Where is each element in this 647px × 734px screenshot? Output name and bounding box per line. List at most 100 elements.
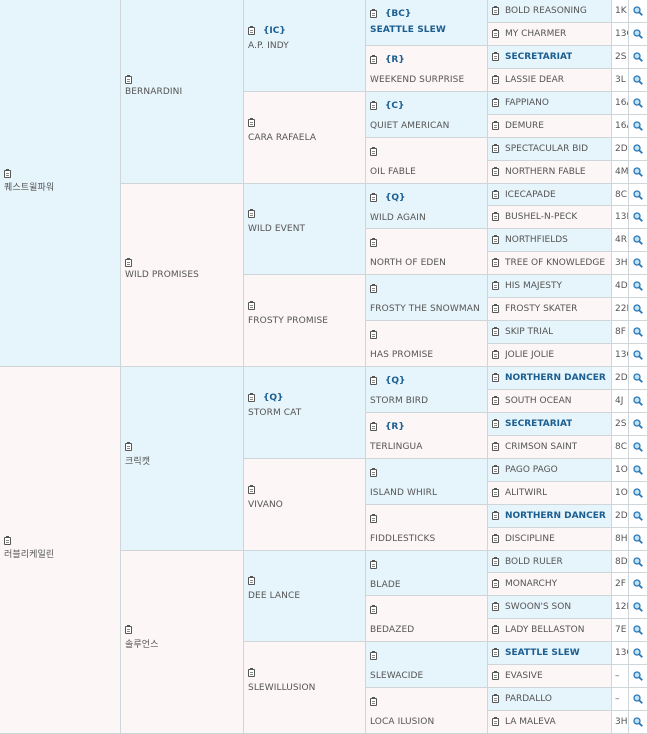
clipboard-icon[interactable]	[492, 511, 499, 520]
clipboard-icon[interactable]	[370, 651, 377, 661]
horse-name[interactable]: A.P. INDY	[248, 41, 289, 51]
clipboard-icon[interactable]	[370, 192, 377, 202]
clipboard-icon[interactable]	[492, 167, 499, 176]
clipboard-icon[interactable]	[370, 697, 377, 707]
magnifier-icon[interactable]	[629, 184, 647, 206]
clipboard-icon[interactable]	[248, 576, 255, 586]
clipboard-icon[interactable]	[492, 717, 499, 726]
horse-name[interactable]: ALITWIRL	[505, 488, 547, 498]
horse-name[interactable]: ICECAPADE	[505, 190, 556, 200]
horse-name[interactable]: STORM BIRD	[370, 396, 428, 406]
horse-name[interactable]: NORTH OF EDEN	[370, 258, 446, 268]
clipboard-icon[interactable]	[492, 602, 499, 611]
clipboard-icon[interactable]	[248, 117, 255, 127]
horse-name[interactable]: WILD AGAIN	[370, 213, 426, 223]
horse-name[interactable]: SEATTLE SLEW	[505, 648, 580, 658]
horse-name[interactable]: SEATTLE SLEW	[370, 25, 446, 35]
horse-name[interactable]: HAS PROMISE	[370, 350, 433, 360]
horse-name[interactable]: STORM CAT	[248, 408, 301, 418]
magnifier-icon[interactable]	[629, 23, 647, 46]
clipboard-icon[interactable]	[125, 625, 132, 635]
horse-name[interactable]: MONARCHY	[505, 579, 557, 589]
horse-name[interactable]: 솔루언스	[125, 637, 159, 650]
magnifier-icon[interactable]	[629, 275, 647, 298]
horse-name[interactable]: SLEWILLUSION	[248, 683, 316, 693]
horse-name[interactable]: SECRETARIAT	[505, 52, 572, 62]
horse-name[interactable]: OIL FABLE	[370, 167, 416, 177]
magnifier-icon[interactable]	[629, 229, 647, 252]
clipboard-icon[interactable]	[492, 212, 499, 221]
magnifier-icon[interactable]	[629, 115, 647, 138]
clipboard-icon[interactable]	[370, 559, 377, 569]
clipboard-icon[interactable]	[370, 605, 377, 615]
horse-name[interactable]: NORTHERN DANCER	[505, 511, 606, 521]
magnifier-icon[interactable]	[629, 69, 647, 92]
clipboard-icon[interactable]	[492, 579, 499, 588]
clipboard-icon[interactable]	[370, 100, 377, 110]
clipboard-icon[interactable]	[492, 625, 499, 634]
horse-name[interactable]: SPECTACULAR BID	[505, 144, 588, 154]
clipboard-icon[interactable]	[125, 441, 132, 451]
horse-name[interactable]: NORTHERN DANCER	[505, 373, 606, 383]
clipboard-icon[interactable]	[370, 146, 377, 156]
horse-name[interactable]: FROSTY SKATER	[505, 304, 577, 314]
magnifier-icon[interactable]	[629, 321, 647, 344]
magnifier-icon[interactable]	[629, 688, 647, 711]
clipboard-icon[interactable]	[492, 75, 499, 84]
horse-name[interactable]: BEDAZED	[370, 625, 414, 635]
horse-name[interactable]: TERLINGUA	[370, 442, 422, 452]
magnifier-icon[interactable]	[629, 619, 647, 642]
magnifier-icon[interactable]	[629, 573, 647, 596]
horse-name[interactable]: FROSTY THE SNOWMAN	[370, 304, 480, 314]
clipboard-icon[interactable]	[492, 556, 499, 566]
magnifier-icon[interactable]	[629, 161, 647, 184]
clipboard-icon[interactable]	[492, 350, 499, 359]
horse-name[interactable]: CRIMSON SAINT	[505, 442, 577, 452]
clipboard-icon[interactable]	[248, 301, 255, 311]
clipboard-icon[interactable]	[370, 376, 377, 385]
clipboard-icon[interactable]	[370, 513, 377, 523]
clipboard-icon[interactable]	[492, 98, 499, 107]
horse-name[interactable]: NORTHERN FABLE	[505, 167, 586, 177]
magnifier-icon[interactable]	[629, 0, 647, 23]
magnifier-icon[interactable]	[629, 711, 647, 734]
clipboard-icon[interactable]	[248, 209, 255, 219]
clipboard-icon[interactable]	[492, 6, 499, 15]
horse-name[interactable]: TREE OF KNOWLEDGE	[505, 258, 605, 268]
horse-name[interactable]: QUIET AMERICAN	[370, 121, 449, 131]
magnifier-icon[interactable]	[629, 596, 647, 619]
magnifier-icon[interactable]	[629, 344, 647, 367]
magnifier-icon[interactable]	[629, 642, 647, 665]
clipboard-icon[interactable]	[4, 168, 11, 178]
horse-name[interactable]: MY CHARMER	[505, 29, 566, 39]
magnifier-icon[interactable]	[629, 528, 647, 551]
magnifier-icon[interactable]	[629, 459, 647, 482]
clipboard-icon[interactable]	[492, 648, 499, 657]
magnifier-icon[interactable]	[629, 46, 647, 69]
magnifier-icon[interactable]	[629, 482, 647, 505]
horse-name[interactable]: SLEWACIDE	[370, 671, 423, 681]
clipboard-icon[interactable]	[370, 54, 377, 64]
clipboard-icon[interactable]	[248, 25, 255, 35]
horse-name[interactable]: FROSTY PROMISE	[248, 316, 328, 326]
clipboard-icon[interactable]	[492, 258, 499, 267]
horse-name[interactable]: WILD PROMISES	[125, 270, 199, 280]
horse-name[interactable]: BOLD RULER	[505, 557, 563, 567]
magnifier-icon[interactable]	[629, 551, 647, 573]
clipboard-icon[interactable]	[492, 281, 499, 290]
clipboard-icon[interactable]	[4, 535, 11, 545]
horse-name[interactable]: WEEKEND SURPRISE	[370, 75, 464, 85]
horse-name[interactable]: DISCIPLINE	[505, 534, 555, 544]
magnifier-icon[interactable]	[629, 138, 647, 161]
clipboard-icon[interactable]	[370, 330, 377, 340]
magnifier-icon[interactable]	[629, 206, 647, 229]
clipboard-icon[interactable]	[370, 421, 377, 431]
horse-name[interactable]: DEE LANCE	[248, 591, 300, 601]
magnifier-icon[interactable]	[629, 505, 647, 528]
clipboard-icon[interactable]	[492, 52, 499, 61]
horse-name[interactable]: BLADE	[370, 580, 401, 590]
horse-name[interactable]: BUSHEL-N-PECK	[505, 212, 577, 222]
horse-name[interactable]: FAPPIANO	[505, 98, 549, 108]
clipboard-icon[interactable]	[492, 144, 499, 153]
clipboard-icon[interactable]	[492, 442, 499, 451]
